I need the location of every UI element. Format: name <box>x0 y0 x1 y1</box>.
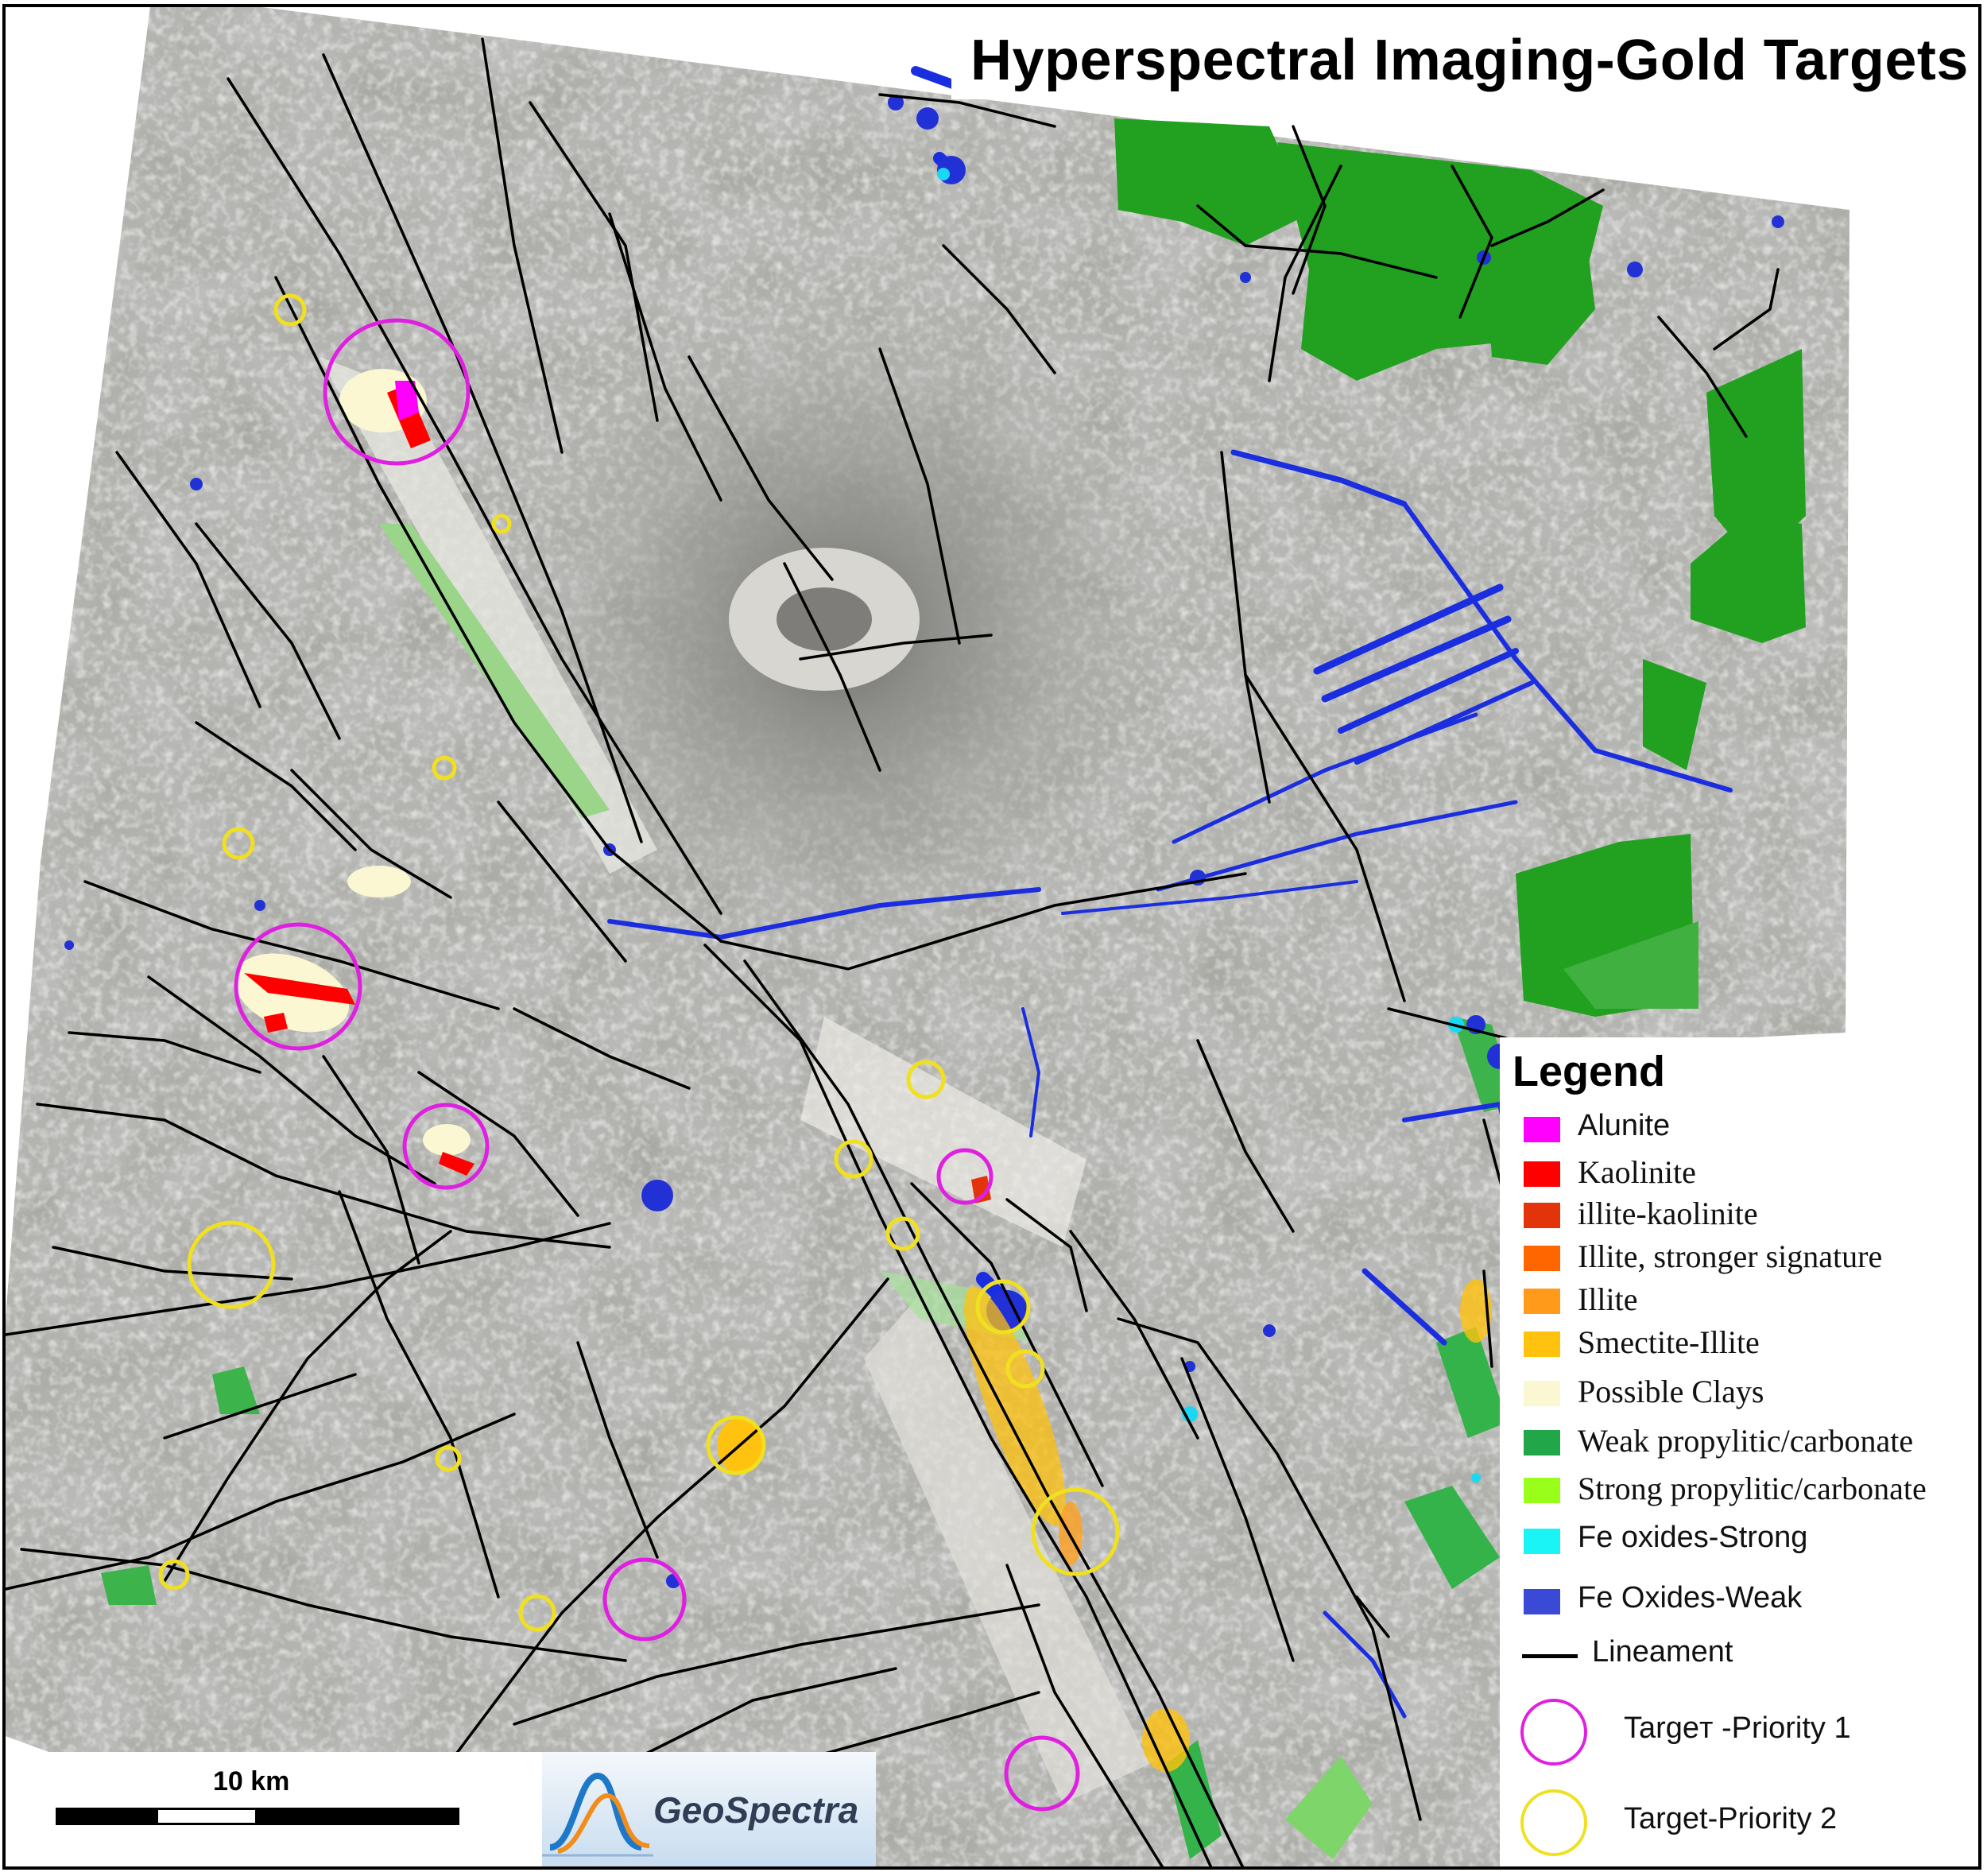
legend-label: Fe oxides-Strong <box>1578 1521 1808 1554</box>
logo-text: GeoSpectra <box>653 1789 859 1831</box>
smectite-illite-swatch <box>1524 1331 1560 1357</box>
legend-item-target-priority-1: Targeт -Priority 1 <box>1513 1696 1978 1772</box>
alunite-swatch <box>1524 1117 1560 1142</box>
weak-propylitic-swatch <box>1524 1430 1560 1455</box>
legend-label: Targeт -Priority 1 <box>1624 1711 1851 1745</box>
legend: Legend Alunite Kaolinite illite-kaolinit… <box>1500 1037 1978 1866</box>
legend-label: Kaolinite <box>1578 1154 1696 1190</box>
illite-kaolinite-swatch <box>1524 1203 1560 1228</box>
legend-label: Target-Priority 2 <box>1624 1802 1838 1835</box>
scale-bar: 10 km <box>25 1752 542 1866</box>
legend-label: Strong propylitic/carbonate <box>1578 1471 1927 1506</box>
legend-item-alunite: Alunite <box>1513 1106 1978 1153</box>
legend-item-fe-oxides-weak: Fe Oxides-Weak <box>1513 1578 1978 1626</box>
kaolinite-swatch <box>1524 1161 1560 1187</box>
legend-label: Weak propylitic/carbonate <box>1578 1423 1914 1459</box>
illite-swatch <box>1524 1289 1560 1314</box>
legend-item-illite-strong: Illite, stronger signature <box>1513 1235 1978 1282</box>
legend-item-possible-clays: Possible Clays <box>1513 1370 1978 1417</box>
priority-2-ring-icon <box>1520 1789 1587 1856</box>
fe-oxides-weak-swatch <box>1524 1589 1560 1614</box>
legend-label: illite-kaolinite <box>1578 1196 1758 1231</box>
scale-label: 10 km <box>213 1766 290 1797</box>
legend-title: Legend <box>1513 1048 1666 1095</box>
legend-item-strong-propylitic: Strong propylitic/carbonate <box>1513 1467 1978 1514</box>
fe-oxides-strong-swatch <box>1524 1529 1560 1554</box>
legend-label: Lineament <box>1592 1635 1733 1669</box>
legend-label: Illite <box>1578 1281 1638 1317</box>
scale-segment <box>256 1808 459 1825</box>
legend-label: Fe Oxides-Weak <box>1578 1581 1803 1614</box>
scale-segment <box>156 1808 258 1825</box>
map-title: Hyperspectral Imaging-Gold Targets <box>951 25 1978 99</box>
legend-item-weak-propylitic: Weak propylitic/carbonate <box>1513 1419 1978 1467</box>
strong-propylitic-swatch <box>1524 1478 1560 1503</box>
legend-item-kaolinite: Kaolinite <box>1513 1150 1978 1198</box>
scale-segment <box>56 1808 157 1825</box>
legend-item-illite-kaolinite: illite-kaolinite <box>1513 1192 1978 1239</box>
possible-clays-swatch <box>1524 1381 1560 1406</box>
legend-item-fe-oxides-strong: Fe oxides-Strong <box>1513 1517 1978 1565</box>
illite-strong-swatch <box>1524 1246 1560 1271</box>
priority-1-ring-icon <box>1520 1699 1587 1766</box>
map-frame: Hyperspectral Imaging-Gold Targets Legen… <box>2 4 1981 1870</box>
legend-label: Smectite-Illite <box>1578 1324 1760 1360</box>
legend-label: Possible Clays <box>1578 1374 1764 1409</box>
spectral-wave-icon <box>542 1772 653 1857</box>
legend-item-illite: Illite <box>1513 1277 1978 1325</box>
geospectra-logo: GeoSpectra <box>542 1752 876 1866</box>
legend-item-lineament: Lineament <box>1513 1632 1978 1680</box>
legend-item-target-priority-2: Target-Priority 2 <box>1513 1786 1978 1862</box>
lineament-symbol <box>1522 1654 1578 1658</box>
legend-label: Alunite <box>1578 1109 1671 1142</box>
legend-label: Illite, stronger signature <box>1578 1238 1883 1274</box>
legend-item-smectite-illite: Smectite-Illite <box>1513 1320 1978 1368</box>
